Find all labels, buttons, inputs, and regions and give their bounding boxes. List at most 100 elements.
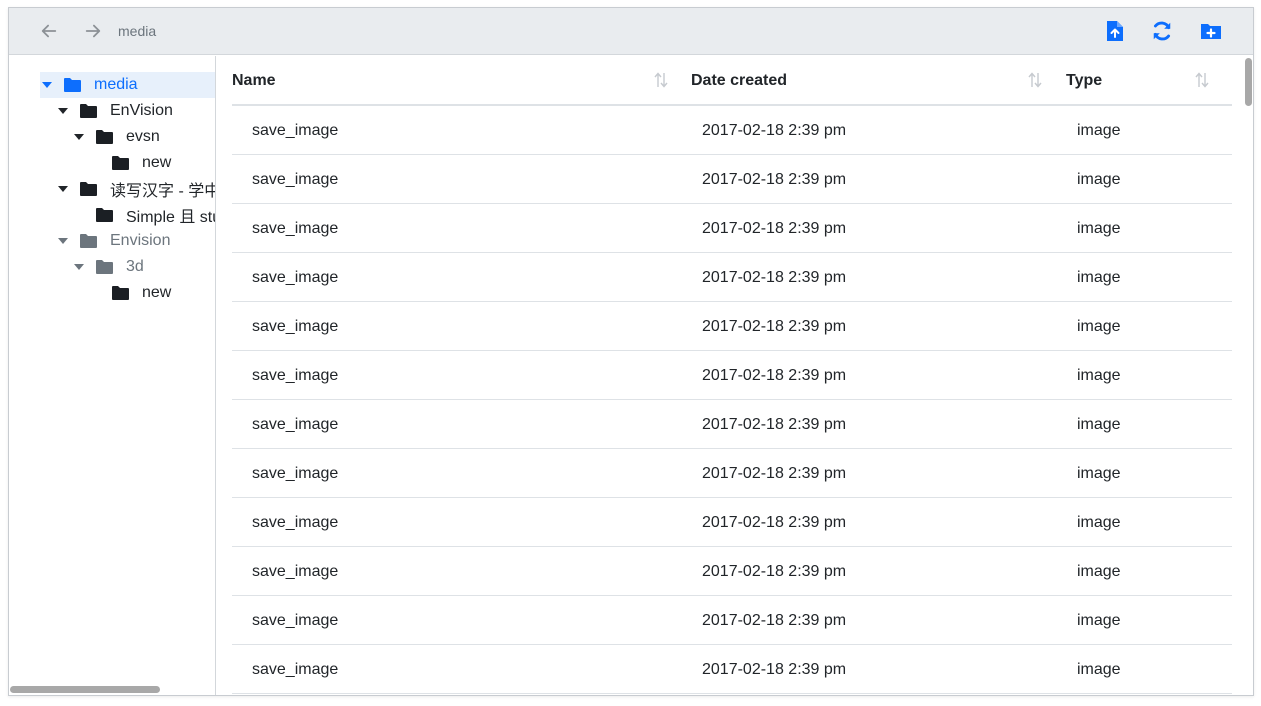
- cell-type: image: [1077, 465, 1121, 482]
- cell-date-created: 2017-02-18 2:39 pm: [702, 171, 847, 188]
- cell-type: image: [1077, 612, 1121, 629]
- cell-date-created: 2017-02-18 2:39 pm: [702, 122, 847, 139]
- horizontal-scrollbar[interactable]: [10, 686, 160, 693]
- cell-type: image: [1077, 122, 1121, 139]
- cell-date-created: 2017-02-18 2:39 pm: [702, 465, 847, 482]
- cell-date-created: 2017-02-18 2:39 pm: [702, 563, 847, 580]
- caret-spacer: [88, 156, 102, 170]
- cell-name: save_image: [252, 269, 339, 286]
- tree-item-label: media: [94, 76, 138, 93]
- column-header-type[interactable]: Type: [1066, 72, 1102, 90]
- vertical-scrollbar[interactable]: [1245, 58, 1252, 106]
- tree-item-label: new: [142, 284, 172, 301]
- arrow-left-icon: [41, 24, 57, 38]
- file-manager-window: media mediaEnVisionevsnnew读写汉字 - 学中文Simp: [8, 7, 1254, 696]
- tree-item-label: Simple 且 stuff: [126, 209, 215, 226]
- cell-date-created: 2017-02-18 2:39 pm: [702, 661, 847, 678]
- tree-item[interactable]: EnVision: [56, 98, 173, 124]
- caret-down-icon[interactable]: [72, 130, 86, 144]
- cell-date-created: 2017-02-18 2:39 pm: [702, 318, 847, 335]
- folder-icon: [96, 129, 114, 145]
- cell-date-created: 2017-02-18 2:39 pm: [702, 514, 847, 531]
- tree-item[interactable]: Envision: [56, 228, 170, 254]
- table-row[interactable]: save_image 2017-02-18 2:39 pm image: [232, 596, 1232, 645]
- tree-item[interactable]: Simple 且 stuff: [72, 202, 215, 228]
- sort-date-icon[interactable]: [1027, 71, 1043, 89]
- tree-item[interactable]: 3d: [72, 254, 144, 280]
- cell-type: image: [1077, 514, 1121, 531]
- table-row[interactable]: save_image 2017-02-18 2:39 pm image: [232, 351, 1232, 400]
- caret-spacer: [72, 208, 86, 222]
- column-header-date[interactable]: Date created: [691, 72, 787, 90]
- cell-name: save_image: [252, 563, 339, 580]
- cell-name: save_image: [252, 171, 339, 188]
- new-folder-button[interactable]: [1198, 18, 1224, 44]
- caret-down-icon[interactable]: [72, 260, 86, 274]
- forward-button[interactable]: [81, 19, 105, 43]
- tree-item[interactable]: new: [88, 280, 171, 306]
- table-row[interactable]: save_image 2017-02-18 2:39 pm image: [232, 498, 1232, 547]
- column-header-name[interactable]: Name: [232, 72, 276, 90]
- folder-icon: [80, 181, 98, 197]
- table-row[interactable]: save_image 2017-02-18 2:39 pm image: [232, 106, 1232, 155]
- caret-down-icon[interactable]: [56, 182, 70, 196]
- caret-down-icon[interactable]: [40, 78, 54, 92]
- breadcrumb[interactable]: media: [118, 23, 156, 39]
- cell-name: save_image: [252, 122, 339, 139]
- folder-icon: [80, 103, 98, 119]
- tree-item-label: Envision: [110, 232, 171, 249]
- cell-type: image: [1077, 171, 1121, 188]
- caret-down-icon[interactable]: [56, 234, 70, 248]
- cell-date-created: 2017-02-18 2:39 pm: [702, 269, 847, 286]
- upload-file-button[interactable]: [1102, 18, 1128, 44]
- file-upload-icon: [1107, 21, 1123, 41]
- file-table: Name Date created Type save_image 2017-02…: [217, 56, 1253, 695]
- cell-name: save_image: [252, 318, 339, 335]
- arrow-right-icon: [85, 24, 101, 38]
- cell-type: image: [1077, 661, 1121, 678]
- tree-item[interactable]: evsn: [72, 124, 160, 150]
- sort-type-icon[interactable]: [1194, 71, 1210, 89]
- back-button[interactable]: [37, 19, 61, 43]
- tree-item[interactable]: 读写汉字 - 学中文: [56, 176, 215, 202]
- caret-down-icon[interactable]: [56, 104, 70, 118]
- table-row[interactable]: save_image 2017-02-18 2:39 pm image: [232, 449, 1232, 498]
- cell-date-created: 2017-02-18 2:39 pm: [702, 416, 847, 433]
- tree-item[interactable]: media: [40, 72, 215, 98]
- cell-name: save_image: [252, 416, 339, 433]
- cell-name: save_image: [252, 220, 339, 237]
- table-row[interactable]: save_image 2017-02-18 2:39 pm image: [232, 204, 1232, 253]
- cell-name: save_image: [252, 367, 339, 384]
- tree-item-label: 3d: [126, 258, 144, 275]
- table-row[interactable]: save_image 2017-02-18 2:39 pm image: [232, 400, 1232, 449]
- cell-type: image: [1077, 318, 1121, 335]
- tree-item-label: EnVision: [110, 102, 173, 119]
- refresh-button[interactable]: [1149, 18, 1175, 44]
- cell-date-created: 2017-02-18 2:39 pm: [702, 367, 847, 384]
- cell-name: save_image: [252, 661, 339, 678]
- table-row[interactable]: save_image 2017-02-18 2:39 pm image: [232, 302, 1232, 351]
- cell-type: image: [1077, 416, 1121, 433]
- table-row[interactable]: save_image 2017-02-18 2:39 pm image: [232, 547, 1232, 596]
- table-row[interactable]: save_image 2017-02-18 2:39 pm image: [232, 155, 1232, 204]
- folder-tree: media EnVision evsn new 读写汉字 - 学中文 Simple 且 s…: [9, 56, 216, 695]
- tree-item-label: evsn: [126, 128, 160, 145]
- tree-item-label: 读写汉字 - 学中文: [110, 183, 215, 200]
- folder-icon: [112, 155, 130, 171]
- sort-name-icon[interactable]: [653, 71, 669, 89]
- cell-type: image: [1077, 220, 1121, 237]
- folder-icon: [64, 77, 82, 93]
- refresh-icon: [1153, 21, 1171, 41]
- caret-spacer: [88, 286, 102, 300]
- table-header: Name Date created Type: [232, 56, 1232, 106]
- table-row[interactable]: save_image 2017-02-18 2:39 pm image: [232, 645, 1232, 694]
- cell-date-created: 2017-02-18 2:39 pm: [702, 612, 847, 629]
- cell-name: save_image: [252, 465, 339, 482]
- table-row[interactable]: save_image 2017-02-18 2:39 pm image: [232, 253, 1232, 302]
- cell-type: image: [1077, 269, 1121, 286]
- folder-icon: [80, 233, 98, 249]
- cell-name: save_image: [252, 514, 339, 531]
- cell-date-created: 2017-02-18 2:39 pm: [702, 220, 847, 237]
- tree-item[interactable]: new: [88, 150, 171, 176]
- cell-name: save_image: [252, 612, 339, 629]
